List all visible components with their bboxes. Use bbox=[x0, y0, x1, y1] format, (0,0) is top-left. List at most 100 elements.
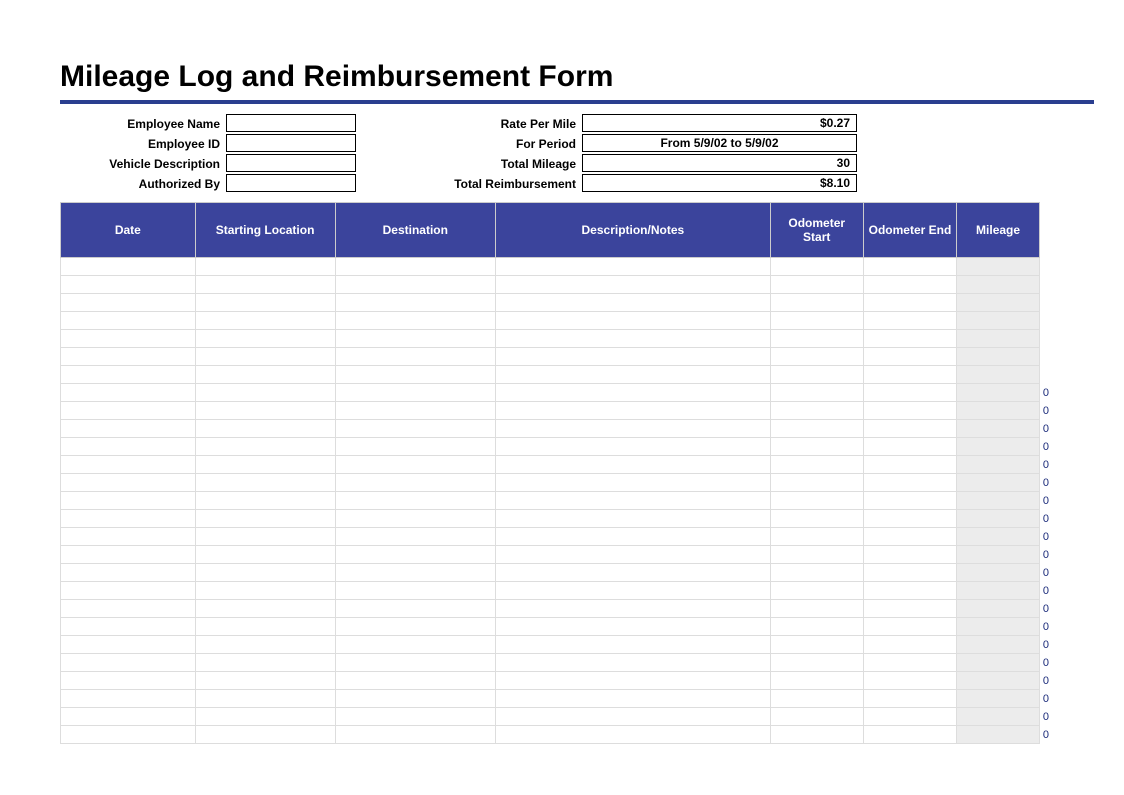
field-employee-id[interactable] bbox=[226, 134, 356, 152]
field-rate-per-mile[interactable]: $0.27 bbox=[582, 114, 857, 132]
table-cell[interactable] bbox=[195, 492, 335, 510]
table-cell[interactable] bbox=[770, 564, 863, 582]
table-cell[interactable]: 0 bbox=[957, 420, 1040, 438]
table-cell[interactable] bbox=[195, 510, 335, 528]
table-cell[interactable] bbox=[61, 564, 196, 582]
table-cell[interactable] bbox=[496, 420, 771, 438]
table-cell[interactable] bbox=[770, 384, 863, 402]
table-cell[interactable] bbox=[863, 384, 956, 402]
table-cell[interactable] bbox=[195, 402, 335, 420]
table-cell[interactable] bbox=[61, 636, 196, 654]
table-cell[interactable] bbox=[61, 582, 196, 600]
table-cell[interactable] bbox=[496, 438, 771, 456]
table-cell[interactable] bbox=[335, 510, 496, 528]
table-cell[interactable] bbox=[863, 510, 956, 528]
table-cell[interactable] bbox=[335, 654, 496, 672]
table-cell[interactable] bbox=[195, 420, 335, 438]
table-cell[interactable] bbox=[770, 366, 863, 384]
table-cell[interactable] bbox=[863, 654, 956, 672]
table-cell[interactable] bbox=[195, 258, 335, 276]
table-cell[interactable] bbox=[863, 312, 956, 330]
table-cell[interactable] bbox=[496, 294, 771, 312]
table-cell[interactable] bbox=[496, 618, 771, 636]
table-cell[interactable]: 0 bbox=[957, 618, 1040, 636]
table-cell[interactable] bbox=[335, 636, 496, 654]
table-cell[interactable] bbox=[770, 402, 863, 420]
table-cell[interactable] bbox=[195, 654, 335, 672]
table-cell[interactable] bbox=[863, 276, 956, 294]
table-cell[interactable] bbox=[61, 420, 196, 438]
table-cell[interactable] bbox=[496, 456, 771, 474]
table-cell[interactable] bbox=[195, 330, 335, 348]
table-cell[interactable] bbox=[496, 726, 771, 744]
table-cell[interactable] bbox=[770, 690, 863, 708]
table-cell[interactable] bbox=[195, 726, 335, 744]
table-cell[interactable] bbox=[770, 510, 863, 528]
table-cell[interactable] bbox=[770, 726, 863, 744]
table-cell[interactable] bbox=[770, 528, 863, 546]
table-cell[interactable]: 0 bbox=[957, 510, 1040, 528]
table-cell[interactable]: 0 bbox=[957, 726, 1040, 744]
table-cell[interactable] bbox=[335, 564, 496, 582]
table-cell[interactable]: 0 bbox=[957, 582, 1040, 600]
table-cell[interactable] bbox=[61, 312, 196, 330]
table-cell[interactable] bbox=[335, 726, 496, 744]
table-cell[interactable] bbox=[61, 402, 196, 420]
table-cell[interactable] bbox=[335, 330, 496, 348]
table-cell[interactable]: 0 bbox=[957, 402, 1040, 420]
table-cell[interactable] bbox=[335, 384, 496, 402]
table-cell[interactable] bbox=[863, 438, 956, 456]
table-cell[interactable] bbox=[770, 636, 863, 654]
table-cell[interactable] bbox=[863, 582, 956, 600]
table-cell[interactable] bbox=[61, 600, 196, 618]
table-cell[interactable] bbox=[957, 366, 1040, 384]
table-cell[interactable] bbox=[61, 492, 196, 510]
table-cell[interactable]: 0 bbox=[957, 546, 1040, 564]
table-cell[interactable] bbox=[496, 654, 771, 672]
table-cell[interactable] bbox=[770, 492, 863, 510]
table-cell[interactable] bbox=[61, 546, 196, 564]
table-cell[interactable] bbox=[770, 600, 863, 618]
table-cell[interactable] bbox=[957, 348, 1040, 366]
table-cell[interactable] bbox=[195, 600, 335, 618]
table-cell[interactable] bbox=[335, 690, 496, 708]
table-cell[interactable] bbox=[496, 510, 771, 528]
table-cell[interactable] bbox=[195, 708, 335, 726]
table-cell[interactable] bbox=[195, 474, 335, 492]
table-cell[interactable] bbox=[957, 330, 1040, 348]
field-vehicle-description[interactable] bbox=[226, 154, 356, 172]
table-cell[interactable] bbox=[195, 366, 335, 384]
table-cell[interactable] bbox=[195, 618, 335, 636]
table-cell[interactable] bbox=[335, 456, 496, 474]
table-cell[interactable] bbox=[863, 366, 956, 384]
table-cell[interactable] bbox=[195, 312, 335, 330]
table-cell[interactable] bbox=[61, 438, 196, 456]
table-cell[interactable] bbox=[863, 636, 956, 654]
table-cell[interactable] bbox=[770, 654, 863, 672]
table-cell[interactable] bbox=[863, 474, 956, 492]
table-cell[interactable] bbox=[496, 348, 771, 366]
table-cell[interactable] bbox=[863, 420, 956, 438]
table-cell[interactable] bbox=[863, 348, 956, 366]
table-cell[interactable] bbox=[496, 708, 771, 726]
table-cell[interactable] bbox=[61, 348, 196, 366]
table-cell[interactable] bbox=[61, 258, 196, 276]
table-cell[interactable] bbox=[496, 600, 771, 618]
table-cell[interactable] bbox=[770, 420, 863, 438]
table-cell[interactable] bbox=[61, 528, 196, 546]
table-cell[interactable] bbox=[496, 330, 771, 348]
table-cell[interactable]: 0 bbox=[957, 528, 1040, 546]
table-cell[interactable] bbox=[496, 402, 771, 420]
table-cell[interactable] bbox=[61, 618, 196, 636]
table-cell[interactable] bbox=[335, 312, 496, 330]
table-cell[interactable] bbox=[863, 726, 956, 744]
table-cell[interactable] bbox=[770, 708, 863, 726]
table-cell[interactable]: 0 bbox=[957, 456, 1040, 474]
table-cell[interactable] bbox=[195, 690, 335, 708]
table-cell[interactable] bbox=[863, 456, 956, 474]
table-cell[interactable] bbox=[770, 546, 863, 564]
table-cell[interactable]: 0 bbox=[957, 654, 1040, 672]
table-cell[interactable] bbox=[863, 528, 956, 546]
table-cell[interactable] bbox=[61, 276, 196, 294]
table-cell[interactable] bbox=[335, 582, 496, 600]
